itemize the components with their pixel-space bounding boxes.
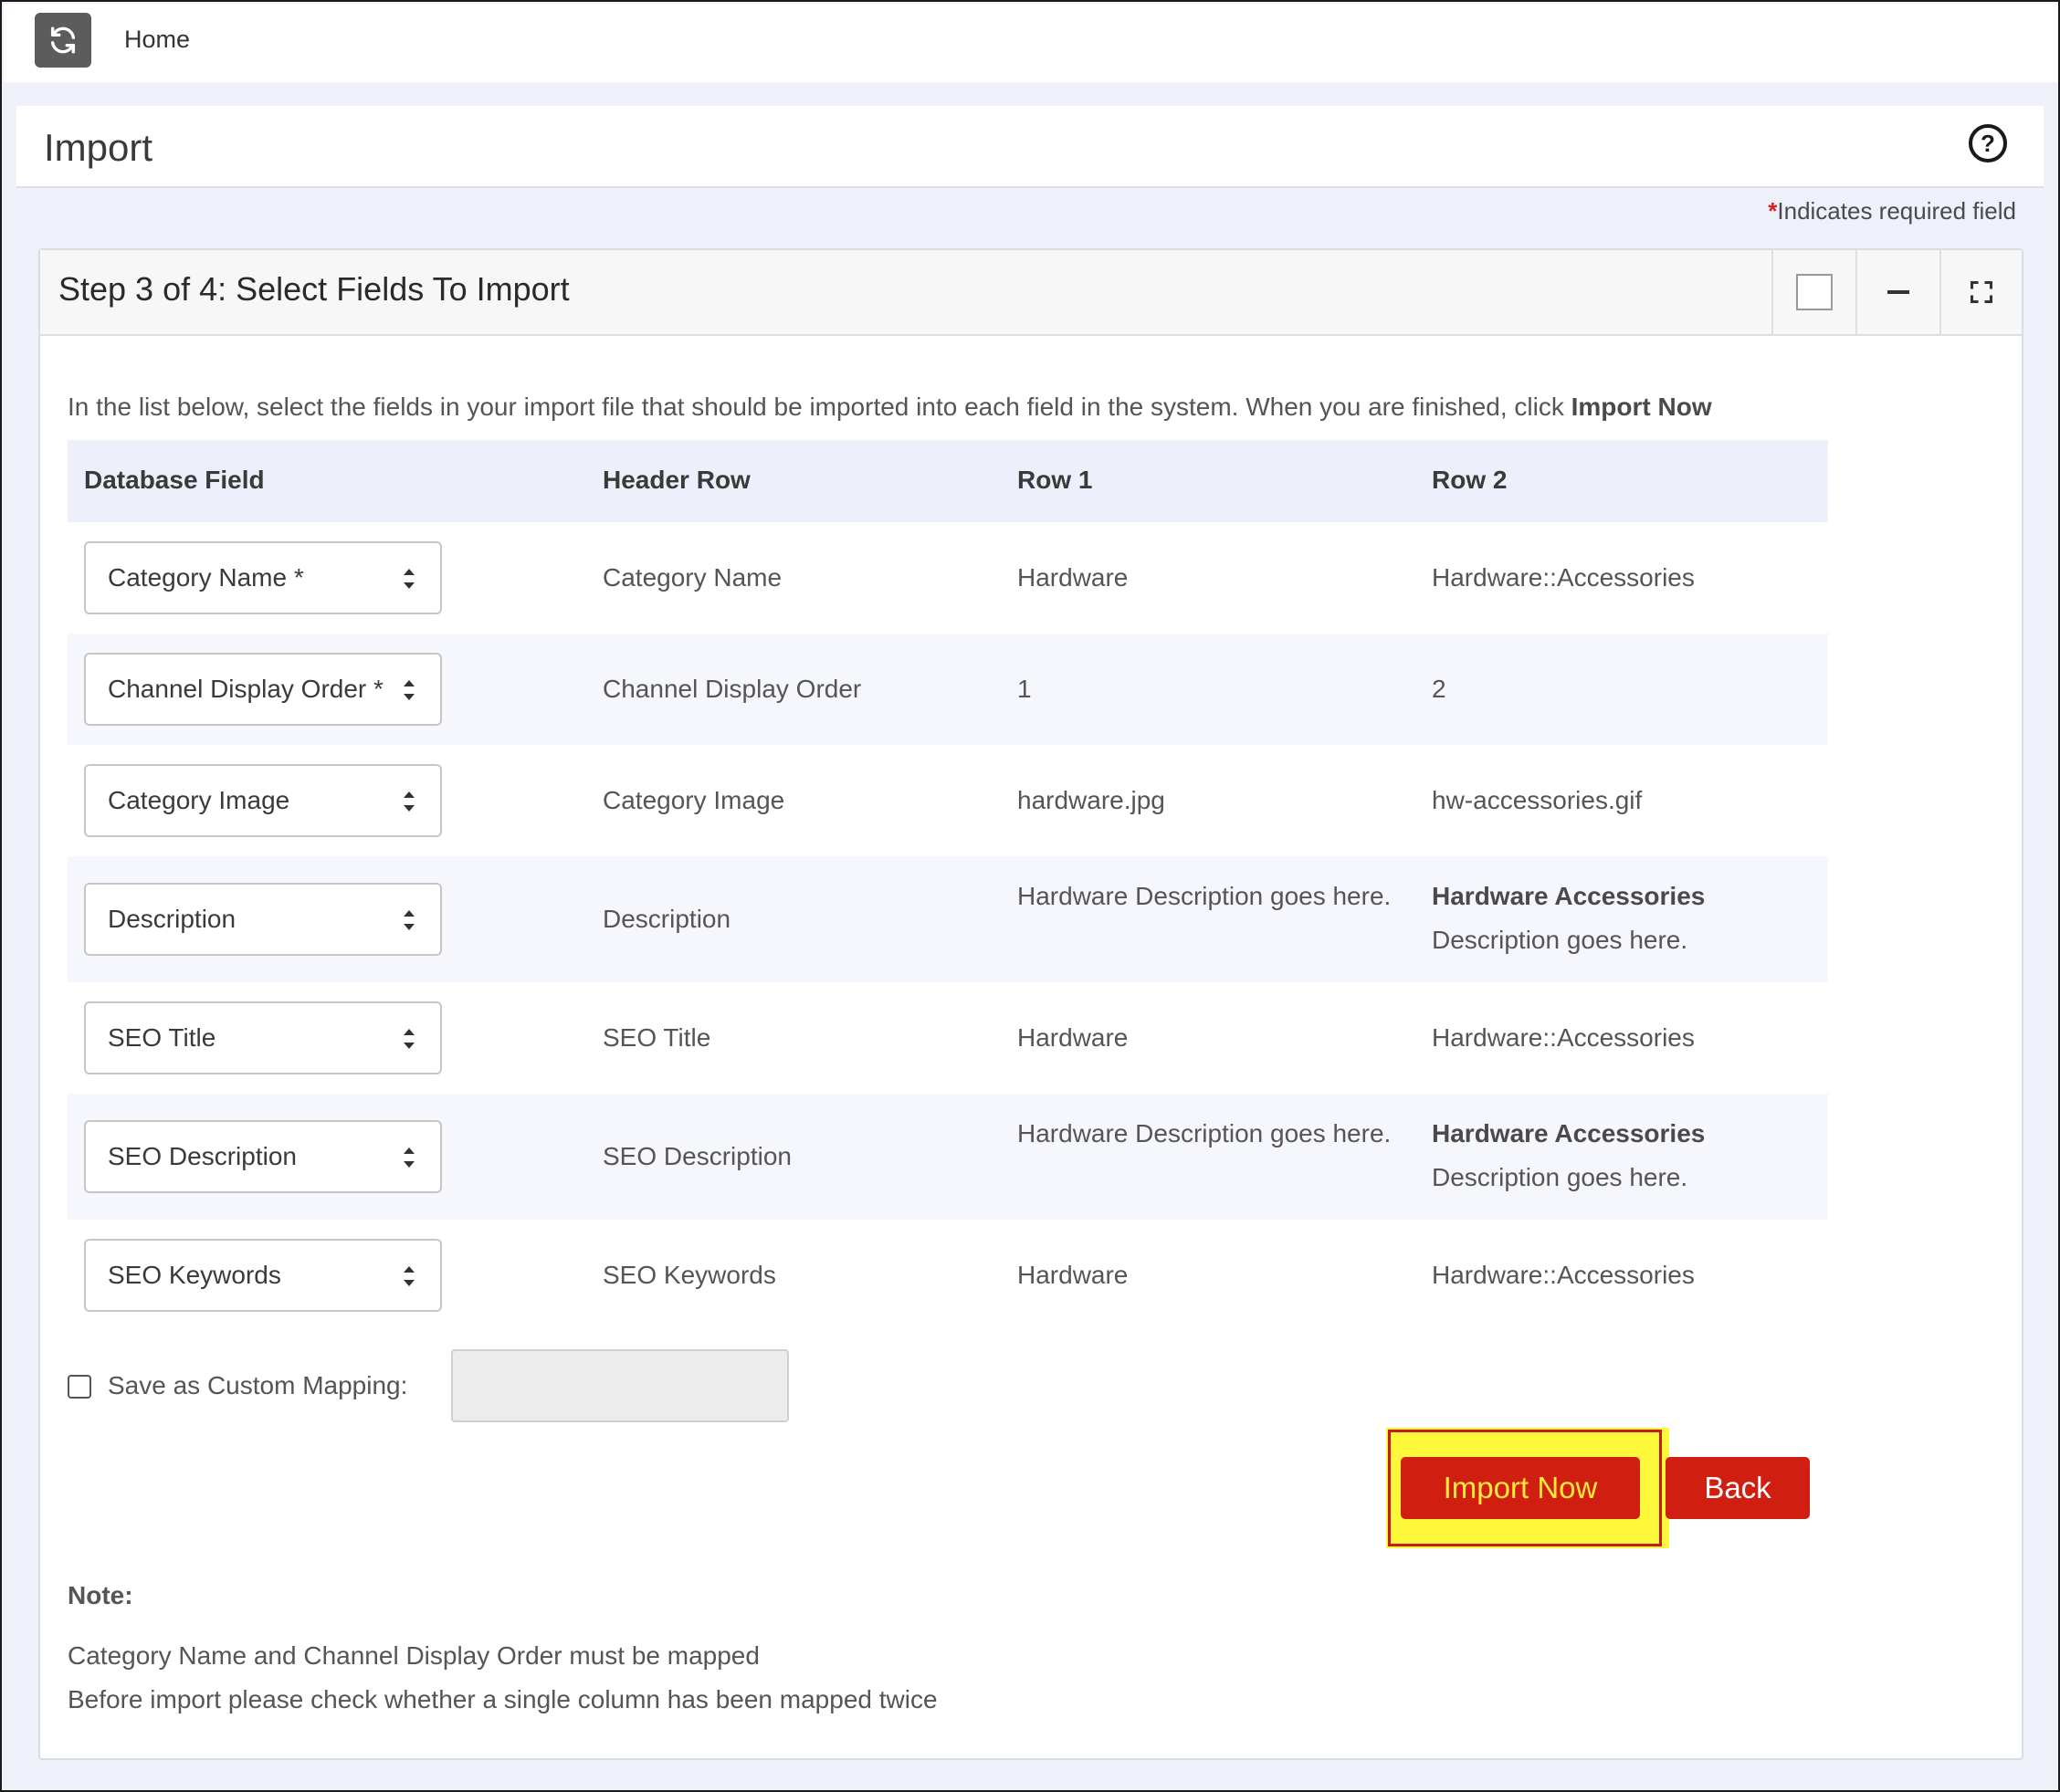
database-field-select[interactable]: SEO Description [84, 1120, 442, 1193]
row-2-cell: Hardware Accessories Description goes he… [1432, 875, 1834, 962]
expand-icon [1970, 280, 1993, 304]
table-row: Channel Display Order * Channel Display O… [68, 634, 1828, 745]
header-row-cell: SEO Description [603, 1142, 792, 1170]
header-row-cell: Category Image [603, 786, 785, 814]
checkbox-square-icon [1796, 274, 1833, 310]
save-mapping-checkbox[interactable] [68, 1375, 91, 1399]
row-2-text: Description goes here. [1432, 926, 1688, 954]
row-2-bold-text: Hardware Accessories [1432, 1119, 1706, 1148]
row-2-text: Hardware::Accessories [1432, 1261, 1695, 1289]
row-2-text: Hardware::Accessories [1432, 1023, 1695, 1052]
header-row-cell: Category Name [603, 563, 783, 592]
row-1-cell: Hardware [1017, 1261, 1129, 1289]
app-frame: Home Import ? *Indicates required field … [0, 0, 2060, 1792]
required-note-text: Indicates required field [1777, 197, 2016, 225]
table-row: Description Description Hardware Descripti… [68, 856, 1828, 982]
select-arrows-icon [404, 910, 415, 930]
back-button[interactable]: Back [1666, 1457, 1810, 1519]
row-1-cell: Hardware [1017, 1023, 1129, 1052]
row-1-cell: Hardware Description goes here. [1017, 882, 1392, 910]
required-field-note: *Indicates required field [1768, 197, 2016, 225]
note-line: Category Name and Channel Display Order … [68, 1641, 760, 1670]
minimize-icon [1887, 290, 1909, 294]
mapping-name-input[interactable] [451, 1349, 789, 1422]
row-2-text: hw-accessories.gif [1432, 786, 1643, 814]
row-2-cell: Hardware::Accessories [1432, 1253, 1834, 1297]
column-header-header-row: Header Row [603, 466, 751, 494]
database-field-select-value: Description [108, 905, 236, 933]
home-link[interactable]: Home [124, 26, 190, 54]
database-field-select-value: SEO Keywords [108, 1261, 281, 1289]
select-arrows-icon [404, 791, 415, 812]
database-field-select-value: Category Image [108, 786, 290, 814]
database-field-select[interactable]: Category Name * [84, 541, 442, 614]
database-field-select-value: SEO Description [108, 1142, 297, 1170]
row-2-cell: 2 [1432, 667, 1834, 711]
table-header: Database Field Header Row Row 1 Row 2 [68, 440, 1828, 522]
page-header: Import ? [16, 106, 2044, 188]
database-field-select-value: SEO Title [108, 1023, 216, 1052]
select-arrows-icon [404, 569, 415, 589]
select-arrows-icon [404, 1029, 415, 1049]
refresh-button[interactable] [35, 13, 91, 68]
question-circle-icon[interactable]: ? [1969, 124, 2007, 162]
database-field-select[interactable]: Category Image [84, 764, 442, 837]
database-field-select[interactable]: Description [84, 883, 442, 956]
import-now-button[interactable]: Import Now [1401, 1457, 1640, 1519]
intro-text-body: In the list below, select the fields in … [68, 393, 1571, 421]
table-row: Category Image Category Image hardware.jpg… [68, 745, 1828, 856]
table-row: SEO Keywords SEO Keywords Hardware Hardware… [68, 1220, 1828, 1331]
row-2-text: 2 [1432, 675, 1446, 703]
row-1-cell: hardware.jpg [1017, 786, 1165, 814]
row-2-text: Hardware::Accessories [1432, 563, 1695, 592]
panel-expand-button[interactable] [1939, 250, 2022, 334]
select-arrows-icon [404, 1266, 415, 1286]
panel-header: Step 3 of 4: Select Fields To Import [40, 250, 2022, 336]
intro-text-bold: Import Now [1571, 393, 1712, 421]
header-row-cell: SEO Keywords [603, 1261, 776, 1289]
select-arrows-icon [404, 1148, 415, 1168]
header-row-cell: SEO Title [603, 1023, 711, 1052]
header-row-cell: Channel Display Order [603, 675, 862, 703]
database-field-select[interactable]: Channel Display Order * [84, 653, 442, 726]
column-header-row-1: Row 1 [1017, 466, 1093, 494]
table-row: SEO Title SEO Title Hardware Hardware::Acce… [68, 982, 1828, 1094]
table-row: Category Name * Category Name Hardware Hard… [68, 522, 1828, 634]
import-panel: Step 3 of 4: Select Fields To Import In … [38, 248, 2023, 1760]
column-header-database-field: Database Field [84, 466, 265, 494]
row-2-cell: hw-accessories.gif [1432, 779, 1834, 823]
table-body: Category Name * Category Name Hardware Hard… [68, 522, 1828, 1331]
save-mapping-label: Save as Custom Mapping: [108, 1371, 408, 1399]
note-line: Before import please check whether a sin… [68, 1685, 938, 1713]
row-1-cell: Hardware [1017, 563, 1129, 592]
field-mapping-table: Database Field Header Row Row 1 Row 2 Ca… [68, 440, 1828, 1331]
note-title: Note: [68, 1581, 133, 1609]
database-field-select-value: Category Name * [108, 563, 304, 592]
required-star: * [1768, 197, 1778, 225]
page-title: Import [44, 126, 153, 169]
header-row-cell: Description [603, 905, 731, 933]
panel-title: Step 3 of 4: Select Fields To Import [58, 270, 570, 308]
database-field-select-value: Channel Display Order * [108, 675, 384, 703]
row-2-cell: Hardware Accessories Description goes he… [1432, 1112, 1834, 1200]
row-1-cell: 1 [1017, 675, 1032, 703]
panel-minimize-button[interactable] [1855, 250, 1939, 334]
row-2-cell: Hardware::Accessories [1432, 1016, 1834, 1060]
database-field-select[interactable]: SEO Keywords [84, 1239, 442, 1312]
row-1-cell: Hardware Description goes here. [1017, 1119, 1392, 1148]
row-2-text: Description goes here. [1432, 1163, 1688, 1191]
column-header-row-2: Row 2 [1432, 466, 1508, 494]
row-2-cell: Hardware::Accessories [1432, 556, 1834, 600]
select-arrows-icon [404, 680, 415, 700]
top-bar: Home [4, 4, 2058, 82]
refresh-icon [50, 26, 76, 54]
row-2-bold-text: Hardware Accessories [1432, 882, 1706, 910]
panel-select-button[interactable] [1771, 250, 1855, 334]
table-row: SEO Description SEO Description Hardware D… [68, 1094, 1828, 1220]
database-field-select[interactable]: SEO Title [84, 1001, 442, 1074]
intro-text: In the list below, select the fields in … [68, 393, 1712, 422]
